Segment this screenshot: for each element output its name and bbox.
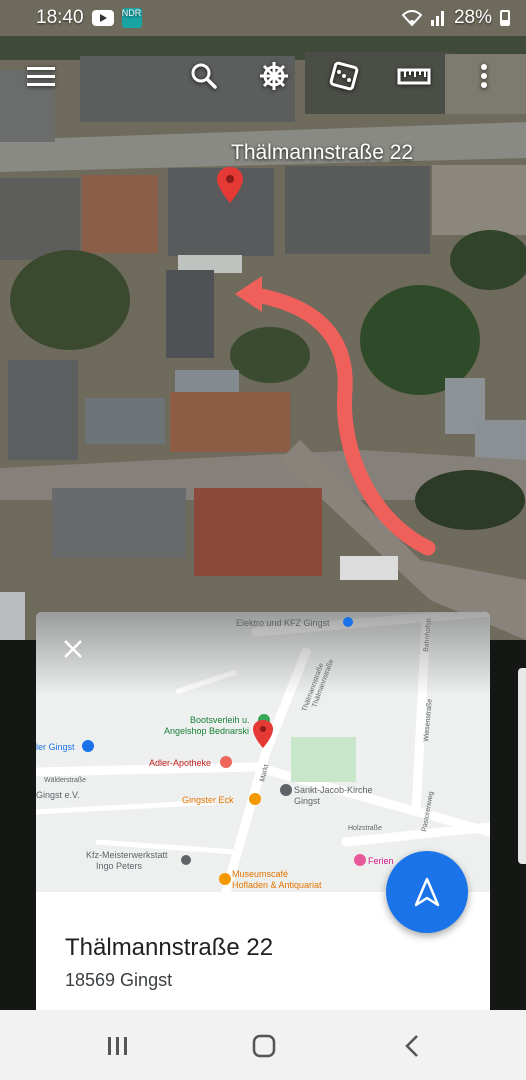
cafe-marker-icon <box>219 873 231 885</box>
minimap-label-kirche2: Gingst <box>294 796 321 806</box>
more-vert-icon <box>481 64 487 88</box>
menu-button[interactable] <box>19 48 63 104</box>
home-button[interactable] <box>234 1028 294 1064</box>
minimap-label-kfz2: Ingo Peters <box>96 861 143 871</box>
minimap-label-gingst-ev: Gingst e.V. <box>36 790 80 800</box>
minimap-label-adler: Adler-Apotheke <box>149 758 211 768</box>
church-marker-icon <box>280 784 292 796</box>
more-options-button[interactable] <box>462 48 506 104</box>
minimap[interactable]: Elektro und KFZ Gingst Bootsverleih u. A… <box>36 612 490 892</box>
ship-wheel-icon <box>260 62 288 90</box>
back-button[interactable] <box>382 1028 442 1064</box>
voyager-button[interactable] <box>252 48 296 104</box>
minimap-label-museum1: Museumscafé <box>232 869 288 879</box>
minimap-label-gingster-eck: Gingster Eck <box>182 795 234 805</box>
minimap-label-kfz1: Kfz-Meisterwerkstatt <box>86 850 168 860</box>
minimap-label-ler-gingst: ler Gingst <box>36 742 75 752</box>
recent-apps-button[interactable] <box>88 1028 148 1064</box>
directions-button[interactable] <box>386 851 468 933</box>
system-navigation-bar <box>0 1010 526 1080</box>
minimap-label-walderstrasse: Wälderstraße <box>44 777 86 784</box>
edge-panel-handle[interactable] <box>518 668 526 864</box>
place-postal-address: 18569 Gingst <box>65 970 173 990</box>
place-label[interactable]: Thälmannstraße 22 <box>231 141 413 165</box>
restaurant-marker-icon <box>249 793 261 805</box>
close-card-button[interactable] <box>56 632 90 666</box>
battery-icon <box>500 10 510 26</box>
minimap-label-ferien: Ferien <box>368 856 394 866</box>
place-card: Elektro und KFZ Gingst Bootsverleih u. A… <box>36 612 490 1010</box>
info-marker-icon <box>82 740 94 752</box>
back-icon <box>405 1035 418 1057</box>
recent-apps-icon <box>108 1037 127 1055</box>
minimap-label-boots2: Angelshop Bednarski <box>164 726 249 736</box>
status-bar: 18:40 NDR 28% <box>0 0 526 36</box>
ruler-icon <box>397 68 431 85</box>
battery-percent: 28% <box>453 7 492 28</box>
search-icon <box>191 63 217 89</box>
dice-icon <box>329 61 359 91</box>
search-button[interactable] <box>182 48 226 104</box>
earth-toolbar <box>0 48 526 104</box>
news-app-notification-icon: NDR <box>121 8 142 28</box>
feeling-lucky-button[interactable] <box>322 48 366 104</box>
navigation-arrow-icon <box>414 877 440 907</box>
minimap-label-elektro: Elektro und KFZ Gingst <box>236 618 330 628</box>
wifi-icon <box>401 10 422 26</box>
youtube-notification-icon <box>91 10 114 26</box>
signal-icon <box>430 11 444 26</box>
minimap-label-kirche1: Sankt-Jacob-Kirche <box>294 785 373 795</box>
minimap-label-boots1: Bootsverleih u. <box>190 715 250 725</box>
garage-marker-icon <box>181 855 191 865</box>
lodging-marker-icon <box>354 854 366 866</box>
minimap-label-holzstrasse: Holzstraße <box>348 825 382 832</box>
home-icon <box>252 1034 276 1058</box>
status-time: 18:40 <box>36 7 84 28</box>
place-title: Thälmannstraße 22 <box>65 934 274 961</box>
minimap-label-museum2: Hofladen & Antiquariat <box>232 880 322 890</box>
measure-button[interactable] <box>392 48 436 104</box>
close-icon <box>64 640 82 658</box>
shop-marker-icon <box>343 617 353 627</box>
pharmacy-marker-icon <box>220 756 232 768</box>
menu-icon <box>27 67 55 86</box>
